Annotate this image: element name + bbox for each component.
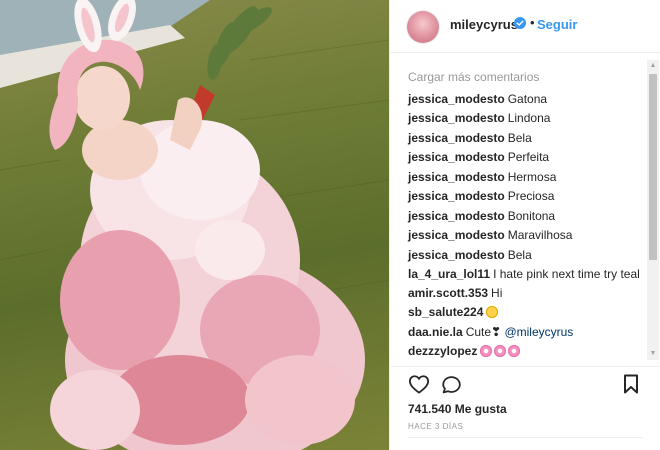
comment-item: jessica_modesto Hermosa: [408, 170, 556, 184]
post-header: mileycyrus • Seguir: [390, 0, 660, 53]
follow-button[interactable]: Seguir: [537, 17, 577, 32]
likes-count[interactable]: 741.540 Me gusta: [408, 402, 507, 416]
comment-item: jessica_modesto Preciosa: [408, 189, 554, 203]
comment-username[interactable]: jessica_modesto: [408, 131, 505, 145]
comment-username[interactable]: jessica_modesto: [408, 189, 505, 203]
comment-text: I hate pink next time try teal: [493, 267, 640, 281]
comment-text: Bonitona: [507, 209, 556, 223]
comments-list: Cargar más comentarios jessica_modesto Ga…: [390, 53, 645, 366]
comment-text: Gatona: [507, 92, 548, 106]
comment-text: Maravilhosa: [507, 228, 573, 242]
comment-item: sb_salute224: [408, 305, 500, 319]
cherry-blossom-emoji-icon: [494, 345, 507, 357]
post-photo[interactable]: [0, 0, 389, 450]
comment-username[interactable]: jessica_modesto: [408, 150, 505, 164]
smile-emoji-icon: [486, 306, 499, 318]
comment-mention-link[interactable]: @mileycyrus: [504, 325, 573, 339]
comment-text: Hi: [491, 286, 503, 300]
comment-username[interactable]: jessica_modesto: [408, 248, 505, 262]
comment-item: amir.scott.353 Hi: [408, 286, 502, 300]
comment-item: jessica_modesto Bela: [408, 248, 532, 262]
scroll-down-arrow-icon[interactable]: ▼: [649, 350, 657, 358]
comment-username[interactable]: sb_salute224: [408, 305, 483, 319]
header-separator: •: [530, 15, 535, 30]
comment-item: jessica_modesto Maravilhosa: [408, 228, 572, 242]
comment-item: la_4_ura_lol11 I hate pink next time try …: [408, 267, 640, 281]
comment-text: Bela: [507, 131, 532, 145]
divider: [408, 437, 643, 438]
comment-item: dezzzylopez: [408, 344, 522, 358]
comment-username[interactable]: jessica_modesto: [408, 111, 505, 125]
comment-text: Preciosa: [507, 189, 555, 203]
comment-item: daa.nie.la Cute❣ @mileycyrus: [408, 325, 573, 339]
comment-username[interactable]: jessica_modesto: [408, 209, 505, 223]
verified-badge-icon: [514, 17, 526, 29]
comment-item: jessica_modesto Gatona: [408, 92, 547, 106]
comment-username[interactable]: la_4_ura_lol11: [408, 267, 490, 281]
comments-scrollbar-thumb[interactable]: [649, 74, 657, 260]
comment-text: Cute❣: [465, 325, 502, 339]
comment-username[interactable]: jessica_modesto: [408, 92, 505, 106]
post-photo-illustration: [0, 0, 389, 450]
comment-item: jessica_modesto Perfeita: [408, 150, 549, 164]
post-timestamp: HACE 3 DÍAS: [408, 422, 464, 431]
speech-bubble-icon[interactable]: [441, 374, 462, 395]
comment-username[interactable]: jessica_modesto: [408, 170, 505, 184]
comment-text: Perfeita: [507, 150, 550, 164]
comment-text: Lindona: [507, 111, 551, 125]
post-side-panel: mileycyrus • Seguir Cargar más comentari…: [389, 0, 660, 450]
cherry-blossom-emoji-icon: [508, 345, 521, 357]
scroll-up-arrow-icon[interactable]: ▲: [649, 62, 657, 70]
comment-username[interactable]: dezzzylopez: [408, 344, 477, 358]
comment-item: jessica_modesto Bonitona: [408, 209, 555, 223]
heart-outline-icon[interactable]: [408, 374, 430, 394]
cherry-blossom-emoji-icon: [480, 345, 493, 357]
comment-username[interactable]: jessica_modesto: [408, 228, 505, 242]
post-username[interactable]: mileycyrus: [450, 17, 518, 32]
comment-username[interactable]: daa.nie.la: [408, 325, 463, 339]
avatar[interactable]: [407, 11, 439, 43]
load-more-comments-button[interactable]: Cargar más comentarios: [408, 70, 539, 84]
comment-username[interactable]: amir.scott.353: [408, 286, 488, 300]
comment-item: jessica_modesto Lindona: [408, 111, 550, 125]
post-actions: 741.540 Me gusta HACE 3 DÍAS: [390, 366, 660, 450]
comment-text: Hermosa: [507, 170, 557, 184]
bookmark-outline-icon[interactable]: [623, 374, 639, 394]
comment-item: jessica_modesto Bela: [408, 131, 532, 145]
comment-text: Bela: [507, 248, 532, 262]
